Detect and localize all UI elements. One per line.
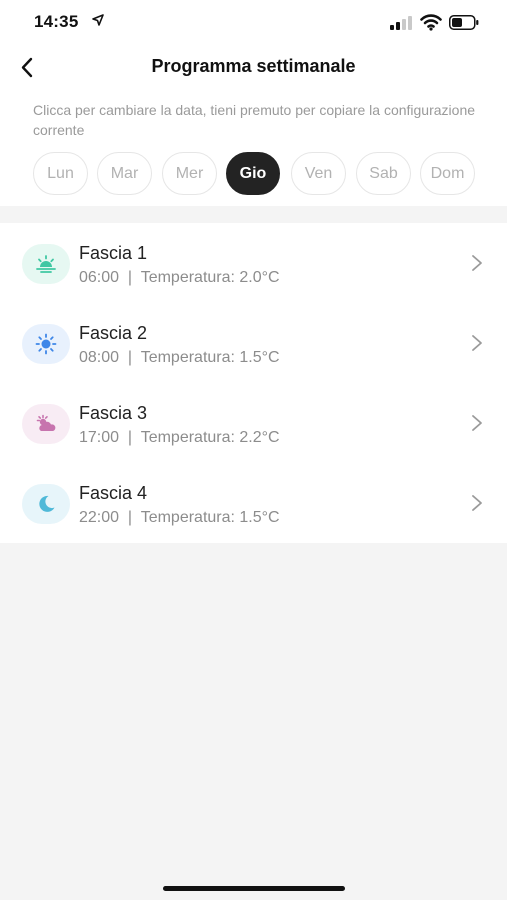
cellular-signal-icon [390, 16, 414, 30]
slot-icon-bg [22, 404, 70, 444]
slot-details: 08:00 | Temperatura: 1.5°C [79, 349, 280, 366]
slot-icon-bg [22, 484, 70, 524]
sunrise-icon [36, 255, 56, 273]
wifi-icon [420, 14, 442, 31]
chevron-right-icon [472, 255, 482, 271]
chevron-right-icon [472, 335, 482, 351]
slot-title: Fascia 3 [79, 403, 148, 423]
home-indicator[interactable] [163, 886, 345, 891]
moon-icon [39, 495, 55, 512]
slot-row-4[interactable]: Fascia 4 22:00 | Temperatura: 1.5°C [0, 463, 507, 543]
screen: 14:35 Programma settimanale Clicca per c… [0, 0, 507, 900]
slot-details: 22:00 | Temperatura: 1.5°C [79, 509, 280, 526]
day-tue[interactable]: Mar [97, 152, 152, 195]
slot-row-1[interactable]: Fascia 1 06:00 | Temperatura: 2.0°C [0, 223, 507, 303]
hint-text: Clicca per cambiare la data, tieni premu… [33, 102, 476, 138]
day-mon[interactable]: Lun [33, 152, 88, 195]
slot-details: 17:00 | Temperatura: 2.2°C [79, 429, 280, 446]
day-sun[interactable]: Dom [420, 152, 475, 195]
status-time: 14:35 [34, 12, 79, 31]
day-selector: Lun Mar Mer Gio Ven Sab Dom [33, 152, 483, 198]
day-wed[interactable]: Mer [162, 152, 217, 195]
sunset-cloud-icon [36, 414, 56, 431]
slot-icon-bg [22, 244, 70, 284]
day-thu[interactable]: Gio [226, 152, 280, 195]
chevron-right-icon [472, 495, 482, 511]
day-fri[interactable]: Ven [291, 152, 346, 195]
slot-row-2[interactable]: Fascia 2 08:00 | Temperatura: 1.5°C [0, 303, 507, 383]
day-sat[interactable]: Sab [356, 152, 411, 195]
slot-row-3[interactable]: Fascia 3 17:00 | Temperatura: 2.2°C [0, 383, 507, 463]
sun-icon [35, 333, 57, 355]
chevron-right-icon [472, 415, 482, 431]
slot-title: Fascia 2 [79, 323, 148, 343]
location-arrow-icon [92, 14, 104, 26]
header: Programma settimanale Clicca per cambiar… [0, 46, 507, 206]
battery-icon [449, 15, 479, 30]
slot-title: Fascia 1 [79, 243, 148, 263]
status-bar: 14:35 [0, 0, 507, 46]
slot-icon-bg [22, 324, 70, 364]
page-title: Programma settimanale [151, 56, 356, 76]
slot-details: 06:00 | Temperatura: 2.0°C [79, 269, 280, 286]
slot-list: Fascia 1 06:00 | Temperatura: 2.0°C Fasc… [0, 223, 507, 543]
slot-title: Fascia 4 [79, 483, 148, 503]
